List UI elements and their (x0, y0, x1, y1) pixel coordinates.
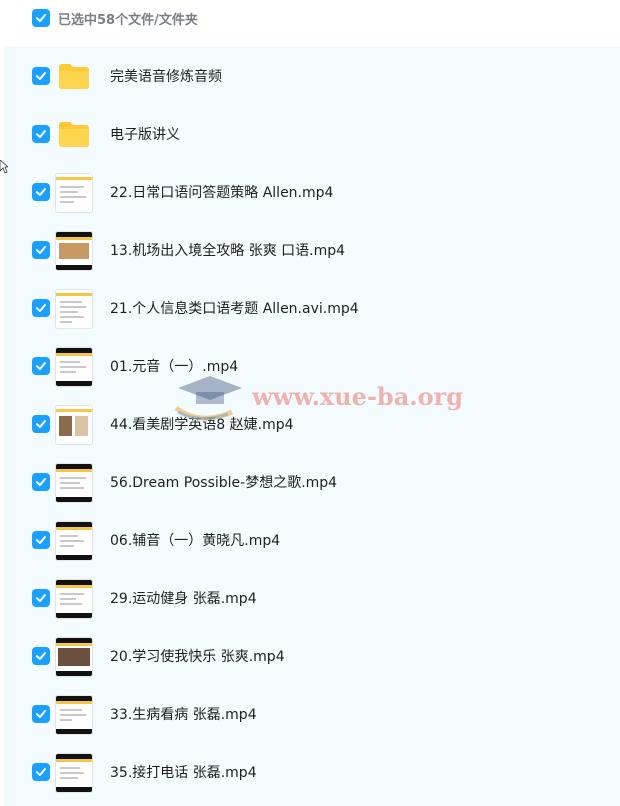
file-name[interactable]: 44.看美剧学英语8 赵婕.mp4 (110, 414, 294, 434)
file-row[interactable]: 21.个人信息类口语考题 Allen.avi.mp4 (4, 279, 620, 337)
checkmark-icon (36, 594, 46, 602)
file-checkbox[interactable] (32, 531, 50, 549)
file-checkbox[interactable] (32, 647, 50, 665)
file-name[interactable]: 20.学习使我快乐 张爽.mp4 (110, 646, 285, 666)
checkmark-icon (36, 304, 46, 312)
file-name[interactable]: 29.运动健身 张磊.mp4 (110, 588, 257, 608)
checkmark-icon (36, 130, 46, 138)
checkmark-icon (36, 768, 46, 776)
checkmark-icon (36, 246, 46, 254)
file-name[interactable]: 22.日常口语问答题策略 Allen.mp4 (110, 182, 333, 202)
file-list: 完美语音修炼音频 电子版讲义 22.日常口语问答题策略 Allen.mp4 13… (4, 46, 620, 806)
video-thumbnail (55, 637, 93, 677)
file-row[interactable]: 01.元音（一）.mp4 (4, 337, 620, 395)
checkmark-icon (36, 536, 46, 544)
file-name[interactable]: 完美语音修炼音频 (110, 66, 222, 86)
file-row[interactable]: 22.日常口语问答题策略 Allen.mp4 (4, 163, 620, 221)
video-thumbnail (55, 231, 93, 271)
file-row[interactable]: 35.接打电话 张磊.mp4 (4, 743, 620, 801)
file-checkbox[interactable] (32, 705, 50, 723)
file-checkbox[interactable] (32, 125, 50, 143)
file-name[interactable]: 13.机场出入境全攻略 张爽 口语.mp4 (110, 240, 345, 260)
file-checkbox[interactable] (32, 67, 50, 85)
file-row[interactable]: 电子版讲义 (4, 105, 620, 163)
selection-count-text: 已选中58个文件/文件夹 (58, 12, 198, 28)
checkmark-icon (36, 420, 46, 428)
file-row[interactable]: 06.辅音（一）黄晓凡.mp4 (4, 511, 620, 569)
file-checkbox[interactable] (32, 415, 50, 433)
folder-icon (55, 57, 93, 95)
checkmark-icon (36, 72, 46, 80)
checkmark-icon (36, 652, 46, 660)
file-name[interactable]: 06.辅音（一）黄晓凡.mp4 (110, 530, 280, 550)
checkmark-icon (36, 710, 46, 718)
video-thumbnail (55, 695, 93, 735)
video-thumbnail (55, 173, 93, 213)
checkmark-icon (36, 362, 46, 370)
file-name[interactable]: 01.元音（一）.mp4 (110, 356, 238, 376)
selection-header: 已选中58个文件/文件夹 (0, 0, 620, 36)
file-checkbox[interactable] (32, 473, 50, 491)
video-thumbnail (55, 289, 93, 329)
file-row[interactable]: 完美语音修炼音频 (4, 47, 620, 105)
file-name[interactable]: 21.个人信息类口语考题 Allen.avi.mp4 (110, 298, 359, 318)
mouse-cursor-icon (0, 160, 8, 174)
file-row[interactable]: 56.Dream Possible-梦想之歌.mp4 (4, 453, 620, 511)
file-row[interactable]: 20.学习使我快乐 张爽.mp4 (4, 627, 620, 685)
file-row[interactable]: 44.看美剧学英语8 赵婕.mp4 (4, 395, 620, 453)
video-thumbnail (55, 463, 93, 503)
file-name[interactable]: 电子版讲义 (110, 124, 180, 144)
select-all-checkbox[interactable] (32, 9, 50, 27)
video-thumbnail (55, 405, 93, 445)
file-checkbox[interactable] (32, 763, 50, 781)
file-row[interactable]: 13.机场出入境全攻略 张爽 口语.mp4 (4, 221, 620, 279)
video-thumbnail (55, 753, 93, 793)
file-name[interactable]: 56.Dream Possible-梦想之歌.mp4 (110, 472, 337, 492)
file-row[interactable]: 33.生病看病 张磊.mp4 (4, 685, 620, 743)
file-name[interactable]: 35.接打电话 张磊.mp4 (110, 762, 257, 782)
file-checkbox[interactable] (32, 589, 50, 607)
video-thumbnail (55, 521, 93, 561)
file-checkbox[interactable] (32, 183, 50, 201)
video-thumbnail (55, 347, 93, 387)
folder-icon (55, 115, 93, 153)
file-row[interactable]: 29.运动健身 张磊.mp4 (4, 569, 620, 627)
file-checkbox[interactable] (32, 299, 50, 317)
checkmark-icon (36, 14, 46, 22)
video-thumbnail (55, 579, 93, 619)
file-checkbox[interactable] (32, 241, 50, 259)
checkmark-icon (36, 188, 46, 196)
file-checkbox[interactable] (32, 357, 50, 375)
file-name[interactable]: 33.生病看病 张磊.mp4 (110, 704, 257, 724)
checkmark-icon (36, 478, 46, 486)
